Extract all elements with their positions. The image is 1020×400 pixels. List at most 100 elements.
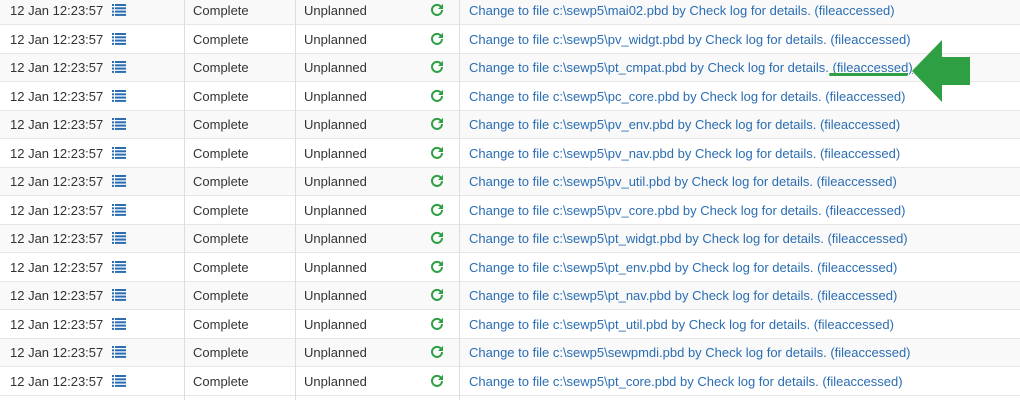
list-icon[interactable]	[112, 289, 126, 301]
refresh-icon-cell[interactable]	[430, 0, 446, 25]
table-row[interactable]: 12 Jan 12:23:57 Complete Unplanned Change t…	[0, 111, 1020, 139]
refresh-icon-cell[interactable]	[430, 339, 446, 367]
table-row[interactable]: 12 Jan 12:23:57 Complete Unplanned Change t…	[0, 339, 1020, 367]
refresh-icon-cell[interactable]	[430, 140, 446, 168]
refresh-icon[interactable]	[430, 288, 444, 302]
refresh-icon-cell[interactable]	[430, 311, 446, 339]
refresh-icon[interactable]	[430, 117, 444, 131]
description-link[interactable]: Change to file c:\sewp5\pt_widgt.pbd by …	[469, 231, 827, 246]
description-cell[interactable]: Change to file c:\sewp5\pv_env.pbd by Ch…	[469, 111, 1019, 139]
refresh-icon-cell[interactable]	[430, 111, 446, 139]
event-tag-link[interactable]: (fileaccessed)	[814, 317, 894, 332]
refresh-icon[interactable]	[430, 32, 444, 46]
description-link[interactable]: Change to file c:\sewp5\pv_util.pbd by C…	[469, 174, 817, 189]
event-tag-link[interactable]: (fileaccessed)	[817, 288, 897, 303]
refresh-icon-cell[interactable]	[430, 54, 446, 82]
refresh-icon[interactable]	[430, 317, 444, 331]
refresh-icon-cell[interactable]	[430, 225, 446, 253]
refresh-icon[interactable]	[430, 260, 444, 274]
table-row[interactable]: 12 Jan 12:23:57 Complete Unplanned Change t…	[0, 225, 1020, 253]
list-icon[interactable]	[112, 32, 126, 45]
table-row[interactable]: 12 Jan 12:23:57 Complete Unplanned Change t…	[0, 196, 1020, 225]
description-link[interactable]: Change to file c:\sewp5\pv_env.pbd by Ch…	[469, 117, 820, 132]
list-icon[interactable]	[112, 146, 126, 159]
event-tag-link[interactable]: (fileaccessed)	[830, 345, 910, 360]
refresh-icon[interactable]	[430, 374, 444, 388]
description-cell[interactable]: Change to file c:\sewp5\pt_util.pbd by C…	[469, 311, 1019, 339]
refresh-icon-cell[interactable]	[430, 282, 446, 310]
description-link[interactable]: Change to file c:\sewp5\pv_nav.pbd by Ch…	[469, 146, 820, 161]
refresh-icon[interactable]	[430, 60, 444, 74]
refresh-icon-cell[interactable]	[430, 368, 446, 396]
refresh-icon-cell[interactable]	[430, 197, 446, 225]
list-icon[interactable]	[112, 61, 126, 73]
description-link[interactable]: Change to file c:\sewp5\pt_core.pbd by C…	[469, 374, 822, 389]
list-icon-cell[interactable]	[112, 168, 128, 196]
list-icon-cell[interactable]	[112, 311, 128, 339]
table-row[interactable]: 12 Jan 12:23:57 Complete Unplanned Change t…	[0, 310, 1020, 339]
table-row[interactable]: 12 Jan 12:23:57 Complete Unplanned Change t…	[0, 54, 1020, 82]
refresh-icon[interactable]	[430, 231, 444, 245]
table-row[interactable]: 12 Jan 12:23:57 Complete Unplanned Change t…	[0, 282, 1020, 310]
list-icon-cell[interactable]	[112, 368, 128, 396]
event-tag-link[interactable]: (fileaccessed)	[822, 374, 902, 389]
list-icon-cell[interactable]	[112, 254, 128, 282]
description-cell[interactable]: Change to file c:\sewp5\sewpmdi.pbd by C…	[469, 339, 1019, 367]
list-icon-cell[interactable]	[112, 339, 128, 367]
list-icon-cell[interactable]	[112, 282, 128, 310]
event-tag-link[interactable]: (fileaccessed)	[820, 117, 900, 132]
refresh-icon[interactable]	[430, 3, 444, 17]
description-cell[interactable]: Change to file c:\sewp5\pt_nav.pbd by Ch…	[469, 282, 1019, 310]
event-tag-link[interactable]: (fileaccessed)	[814, 3, 894, 18]
list-icon-cell[interactable]	[112, 197, 128, 225]
list-icon[interactable]	[112, 346, 126, 358]
refresh-icon[interactable]	[430, 203, 444, 217]
refresh-icon-cell[interactable]	[430, 26, 446, 54]
description-link[interactable]: Change to file c:\sewp5\pv_widgt.pbd by …	[469, 32, 830, 47]
event-tag-link[interactable]: (fileaccessed)	[820, 146, 900, 161]
list-icon[interactable]	[112, 89, 126, 102]
list-icon[interactable]	[112, 260, 126, 273]
list-icon-cell[interactable]	[112, 111, 128, 139]
description-link[interactable]: Change to file c:\sewp5\pt_cmpat.pbd by …	[469, 60, 832, 75]
event-tag-link[interactable]: (fileaccessed)	[825, 89, 905, 104]
event-tag-link[interactable]: (fileaccessed)	[830, 32, 910, 47]
list-icon[interactable]	[112, 203, 126, 216]
description-link[interactable]: Change to file c:\sewp5\sewpmdi.pbd by C…	[469, 345, 830, 360]
description-cell[interactable]: Change to file c:\sewp5\pt_env.pbd by Ch…	[469, 254, 1019, 282]
list-icon[interactable]	[112, 118, 126, 130]
list-icon-cell[interactable]	[112, 83, 128, 111]
event-tag-link[interactable]: (fileaccessed)	[827, 231, 907, 246]
list-icon-cell[interactable]	[112, 140, 128, 168]
table-row[interactable]: 12 Jan 12:23:57 Complete Unplanned Change t…	[0, 0, 1020, 25]
list-icon-cell[interactable]	[112, 54, 128, 82]
list-icon-cell[interactable]	[112, 0, 128, 25]
refresh-icon-cell[interactable]	[430, 168, 446, 196]
table-row[interactable]: 12 Jan 12:23:57 Complete Unplanned Change t…	[0, 253, 1020, 282]
list-icon[interactable]	[112, 317, 126, 330]
event-tag-link[interactable]: (fileaccessed)	[817, 260, 897, 275]
description-cell[interactable]: Change to file c:\sewp5\pv_core.pbd by C…	[469, 197, 1019, 225]
table-row[interactable]: 12 Jan 12:23:57 Complete Unplanned Change t…	[0, 139, 1020, 168]
description-cell[interactable]: Change to file c:\sewp5\pt_widgt.pbd by …	[469, 225, 1019, 253]
refresh-icon[interactable]	[430, 174, 444, 188]
description-cell[interactable]: Change to file c:\sewp5\pv_nav.pbd by Ch…	[469, 140, 1019, 168]
list-icon[interactable]	[112, 374, 126, 387]
description-link[interactable]: Change to file c:\sewp5\pt_nav.pbd by Ch…	[469, 288, 817, 303]
description-cell[interactable]: Change to file c:\sewp5\pt_core.pbd by C…	[469, 368, 1019, 396]
refresh-icon[interactable]	[430, 345, 444, 359]
list-icon-cell[interactable]	[112, 26, 128, 54]
description-link[interactable]: Change to file c:\sewp5\pt_util.pbd by C…	[469, 317, 814, 332]
refresh-icon[interactable]	[430, 146, 444, 160]
event-tag-link[interactable]: (fileaccessed)	[825, 203, 905, 218]
description-link[interactable]: Change to file c:\sewp5\pc_core.pbd by C…	[469, 89, 825, 104]
table-row[interactable]: 12 Jan 12:23:57 Complete Unplanned Change t…	[0, 82, 1020, 111]
refresh-icon-cell[interactable]	[430, 83, 446, 111]
list-icon[interactable]	[112, 4, 126, 16]
refresh-icon[interactable]	[430, 89, 444, 103]
list-icon-cell[interactable]	[112, 225, 128, 253]
list-icon[interactable]	[112, 175, 126, 187]
table-row[interactable]: 12 Jan 12:23:57 Complete Unplanned Change t…	[0, 168, 1020, 196]
refresh-icon-cell[interactable]	[430, 254, 446, 282]
table-row[interactable]: 12 Jan 12:23:57 Complete Unplanned Change t…	[0, 367, 1020, 396]
